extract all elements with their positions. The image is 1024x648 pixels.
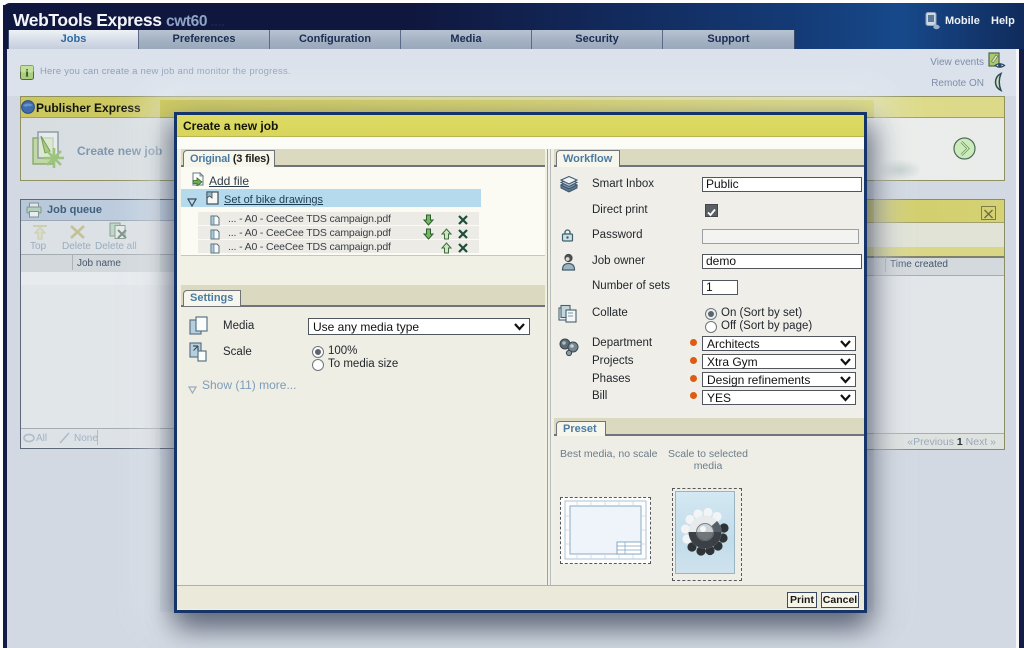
svg-text:i: i (25, 68, 28, 80)
